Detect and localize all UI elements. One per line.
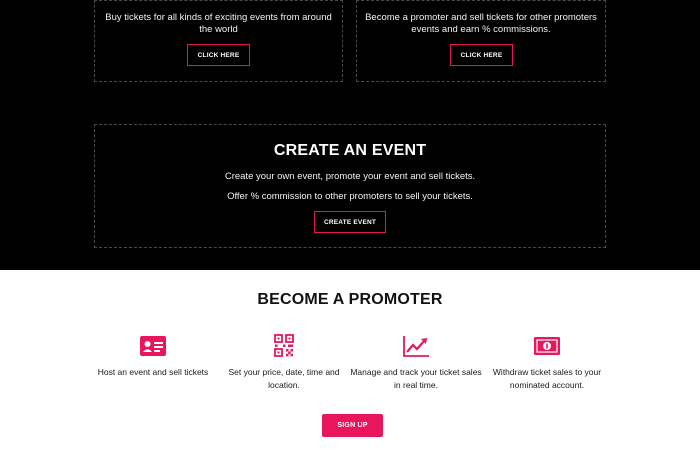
create-event-card: CREATE AN EVENT Create your own event, p… bbox=[94, 124, 606, 248]
buy-tickets-card: Buy tickets for all kinds of exciting ev… bbox=[94, 0, 343, 82]
promoter-card: Become a promoter and sell tickets for o… bbox=[356, 0, 606, 82]
feature-text: Host an event and sell tickets bbox=[97, 367, 209, 377]
money-icon bbox=[534, 337, 560, 355]
sign-up-button[interactable]: SIGN UP bbox=[322, 414, 383, 437]
feature-text: Withdraw ticket sales to your nominated … bbox=[492, 367, 602, 390]
feature-set-price: Set your price, date, time and location. bbox=[218, 334, 350, 392]
create-event-line1: Create your own event, promote your even… bbox=[224, 171, 476, 182]
trend-chart-icon bbox=[403, 336, 429, 357]
create-event-title: CREATE AN EVENT bbox=[273, 142, 427, 159]
feature-text: Set your price, date, time and location. bbox=[228, 367, 340, 390]
promoter-button[interactable]: CLICK HERE bbox=[450, 44, 513, 66]
promoter-description: Become a promoter and sell tickets for o… bbox=[365, 12, 597, 35]
buy-tickets-description: Buy tickets for all kinds of exciting ev… bbox=[105, 12, 332, 35]
feature-track-sales: Manage and track your ticket sales in re… bbox=[350, 334, 482, 392]
become-promoter-title: BECOME A PROMOTER bbox=[257, 291, 443, 308]
id-card-icon bbox=[140, 336, 166, 356]
feature-host-event: Host an event and sell tickets bbox=[87, 334, 219, 379]
create-event-line2: Offer % commission to other promoters to… bbox=[227, 191, 473, 202]
qr-code-icon bbox=[274, 334, 294, 357]
buy-tickets-button[interactable]: CLICK HERE bbox=[187, 44, 250, 66]
feature-withdraw: Withdraw ticket sales to your nominated … bbox=[481, 334, 613, 392]
feature-text: Manage and track your ticket sales in re… bbox=[350, 367, 482, 390]
dark-section: Buy tickets for all kinds of exciting ev… bbox=[0, 0, 700, 270]
create-event-button[interactable]: CREATE EVENT bbox=[314, 211, 386, 233]
